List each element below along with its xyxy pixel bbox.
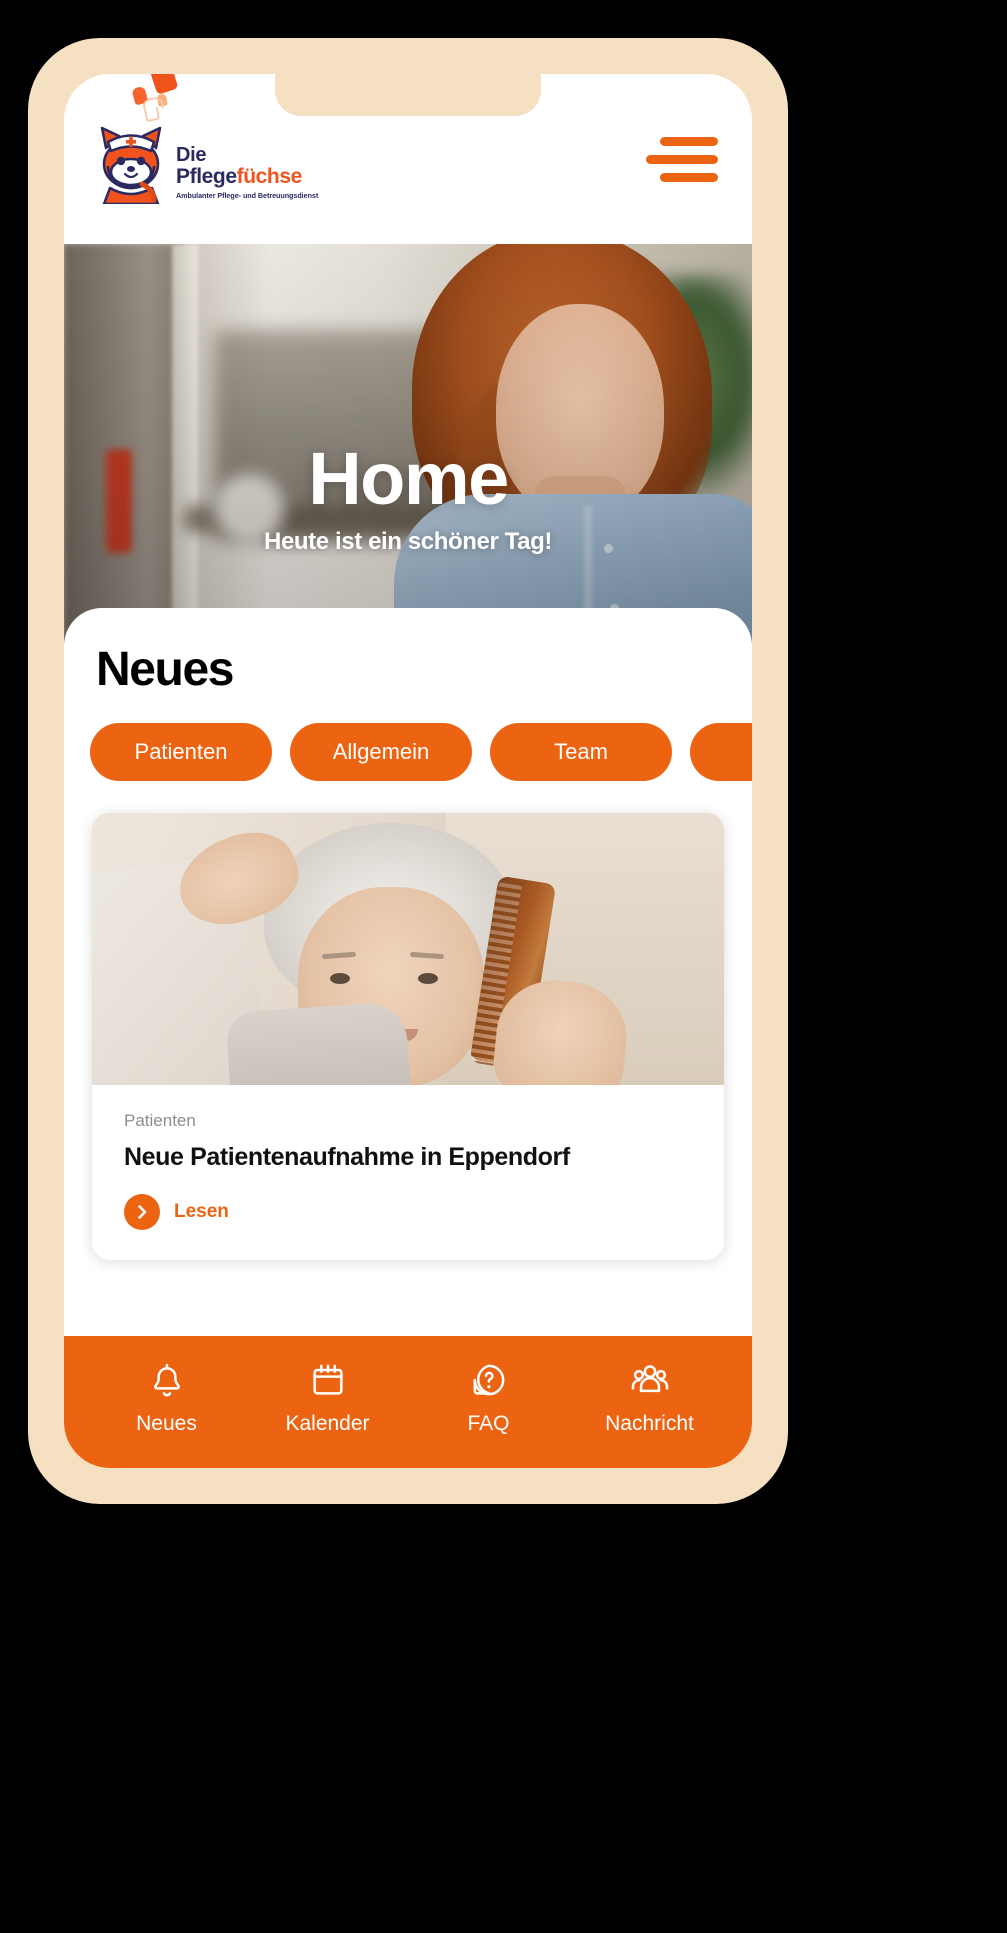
nav-item-kalender[interactable]: Kalender	[247, 1360, 408, 1436]
bottom-navigation-bar: Neues Kalender FAQ Nachricht	[64, 1336, 752, 1468]
brand-tagline: Ambulanter Pflege- und Betreuungsdienst	[176, 191, 319, 200]
phone-notch	[275, 74, 541, 116]
page-title: Home	[308, 437, 509, 520]
brand-pflege: Pflege	[176, 164, 237, 188]
filter-chip-patienten[interactable]: Patienten	[90, 723, 272, 781]
nav-label-neues: Neues	[136, 1412, 197, 1435]
brand-line-2: Pflegefüchse	[176, 164, 318, 188]
brand-line-1: Die	[176, 143, 207, 166]
hamburger-menu-icon[interactable]	[642, 131, 718, 187]
bell-icon	[153, 1363, 180, 1397]
article-category: Patienten	[124, 1111, 196, 1130]
people-group-icon	[631, 1365, 668, 1393]
news-article-card[interactable]: Patienten Neue Patientenaufnahme in Eppe…	[92, 813, 724, 1260]
brand-logo[interactable]: Die Pflegefüchse Ambulanter Pflege- und …	[92, 74, 319, 204]
article-image	[92, 813, 724, 1085]
read-article-label: Lesen	[174, 1201, 229, 1222]
brand-wordmark: Die Pflegefüchse Ambulanter Pflege- und …	[176, 143, 319, 204]
hearts-icon	[128, 74, 198, 123]
nav-label-kalender: Kalender	[285, 1412, 370, 1435]
nav-label-faq: FAQ	[467, 1412, 510, 1435]
article-body: Patienten Neue Patientenaufnahme in Eppe…	[92, 1085, 724, 1260]
hero-banner: Home Heute ist ein schöner Tag!	[64, 244, 752, 644]
filter-chip-allgemein[interactable]: Allgemein	[290, 723, 472, 781]
news-heading: Neues	[96, 643, 234, 696]
filter-chip-team[interactable]: Team	[490, 723, 672, 781]
read-article-button[interactable]: Lesen	[124, 1194, 229, 1230]
menu-bar-top	[660, 136, 718, 146]
category-filter-row[interactable]: Patienten Allgemein Team	[64, 723, 752, 781]
brand-fuechse: füchse	[236, 164, 303, 188]
article-title: Neue Patientenaufnahme in Eppendorf	[124, 1143, 570, 1171]
question-bubble-icon	[473, 1364, 504, 1396]
phone-frame: Die Pflegefüchse Ambulanter Pflege- und …	[28, 38, 788, 1504]
hero-text-block: Home Heute ist ein schöner Tag!	[64, 442, 752, 556]
fox-nurse-logo-icon	[100, 126, 162, 204]
calendar-icon	[312, 1364, 343, 1395]
menu-bar-middle	[646, 154, 718, 164]
nav-item-nachricht[interactable]: Nachricht	[569, 1360, 730, 1436]
menu-bar-bottom	[660, 172, 718, 182]
nav-label-nachricht: Nachricht	[605, 1412, 694, 1435]
phone-screen: Die Pflegefüchse Ambulanter Pflege- und …	[64, 74, 752, 1468]
page-subtitle: Heute ist ein schöner Tag!	[264, 528, 552, 555]
nav-item-faq[interactable]: FAQ	[408, 1360, 569, 1436]
filter-chip-partial[interactable]	[690, 723, 752, 781]
nav-item-neues[interactable]: Neues	[86, 1360, 247, 1436]
chevron-right-icon	[124, 1194, 160, 1230]
